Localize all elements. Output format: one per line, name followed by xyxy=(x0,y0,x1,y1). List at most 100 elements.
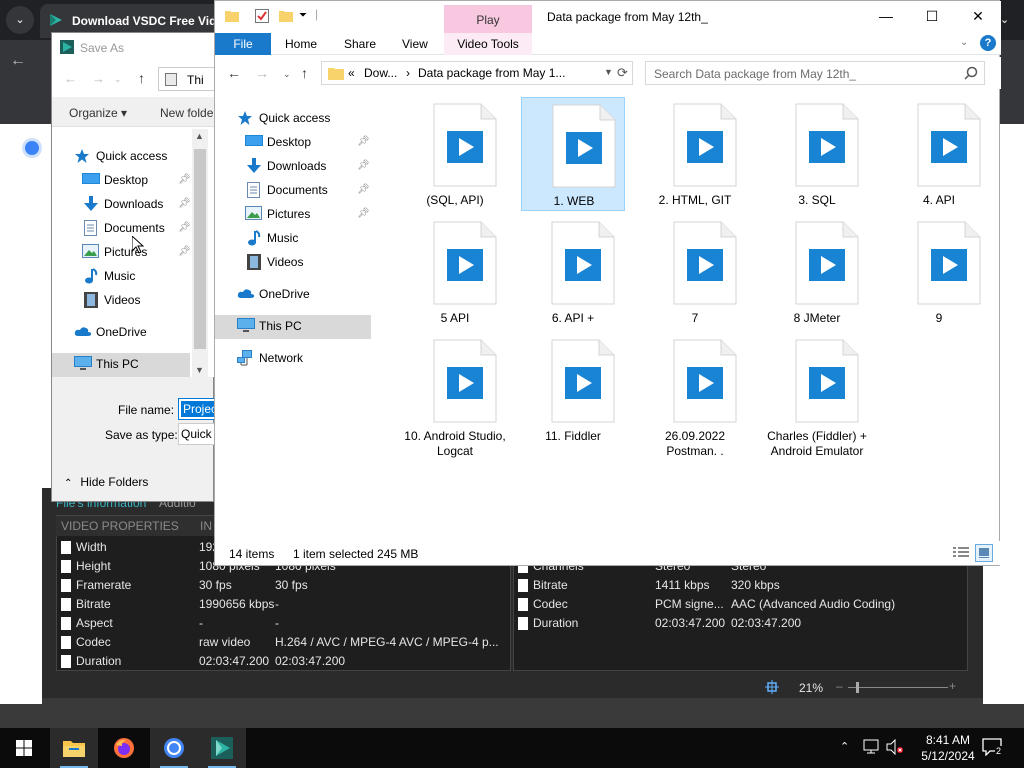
pictures-icon xyxy=(245,206,262,220)
save-as-address-bar[interactable]: Thi xyxy=(158,67,218,91)
new-folder-button[interactable]: New folde xyxy=(160,106,213,120)
refresh-icon[interactable]: ⟳ xyxy=(617,65,628,81)
tab-search-button[interactable]: ⌄ xyxy=(6,6,34,34)
search-icon[interactable] xyxy=(964,66,978,80)
taskbar-file-explorer[interactable] xyxy=(50,728,98,768)
browser-menu-chevron-icon[interactable]: ⌄ xyxy=(1000,6,1020,34)
file-item[interactable]: 26.09.2022 Postman. . xyxy=(643,333,747,458)
breadcrumb-overflow[interactable]: « xyxy=(348,66,355,80)
minimize-button[interactable]: — xyxy=(863,1,909,31)
audio-property-row: Codec PCM signe... AAC (Advanced Audio Cod… xyxy=(518,595,958,614)
help-icon[interactable]: ? xyxy=(980,35,996,51)
zoom-slider[interactable]: – + xyxy=(836,679,960,695)
audio-property-row: Channels Stereo Stereo xyxy=(518,565,958,573)
property-output-value: Stereo xyxy=(731,565,767,573)
scroll-down-icon[interactable]: ▼ xyxy=(195,365,204,375)
file-item[interactable]: 6. API + xyxy=(521,215,625,329)
tree-label: OneDrive xyxy=(96,325,147,339)
action-center-button[interactable]: 2 xyxy=(982,738,1004,758)
close-button[interactable]: ✕ xyxy=(955,1,1001,31)
network-status-icon[interactable] xyxy=(862,739,880,755)
details-view-icon[interactable] xyxy=(953,546,969,560)
breadcrumb-downloads[interactable]: Dow... xyxy=(364,66,397,80)
back-arrow-icon[interactable]: ← xyxy=(64,71,77,86)
recent-chevron-icon[interactable]: ⌄ xyxy=(114,74,122,85)
address-dropdown-chevron-icon[interactable]: ▼ xyxy=(604,67,613,77)
show-hidden-icons-chevron-icon[interactable]: ⌃ xyxy=(840,740,849,753)
file-item[interactable]: 5 API xyxy=(403,215,507,329)
volume-muted-icon[interactable] xyxy=(886,739,904,755)
property-output-value: - xyxy=(275,616,279,630)
address-bar[interactable]: « Dow... › Data package from May 1... ▼ xyxy=(321,61,633,85)
tree-scrollbar[interactable]: ▲ ▼ xyxy=(192,129,208,379)
file-item[interactable]: 9 xyxy=(887,215,991,329)
property-name: Bitrate xyxy=(76,597,111,611)
scroll-up-icon[interactable]: ▲ xyxy=(195,131,204,141)
system-clock[interactable]: 8:41 AM 5/12/2024 xyxy=(918,732,978,764)
tab-home[interactable]: Home xyxy=(285,33,317,55)
new-folder-icon[interactable] xyxy=(279,9,293,23)
document-icon xyxy=(61,579,71,592)
search-input[interactable]: Search Data package from May 12th_ xyxy=(645,61,985,85)
play-contextual-tab[interactable]: Play xyxy=(444,5,532,33)
organize-button[interactable]: Organize ▾ xyxy=(69,106,127,120)
zoom-slider-thumb[interactable] xyxy=(856,682,859,693)
file-item[interactable]: 4. API xyxy=(887,97,991,211)
recent-locations-chevron-icon[interactable]: ⌄ xyxy=(283,69,291,80)
breadcrumb-current-folder[interactable]: Data package from May 1... xyxy=(418,66,565,80)
nav-label: Documents xyxy=(267,183,328,197)
property-output-value: 02:03:47.200 xyxy=(275,654,346,668)
forward-arrow-icon[interactable]: → xyxy=(255,65,269,81)
properties-check-icon[interactable] xyxy=(255,9,269,23)
breadcrumb-separator[interactable]: › xyxy=(406,66,410,80)
start-button[interactable] xyxy=(0,728,48,768)
property-output-value: H.264 / AVC / MPEG-4 AVC / MPEG-4 p... xyxy=(275,635,499,649)
save-type-select[interactable]: Quick xyxy=(178,423,218,445)
property-name: Framerate xyxy=(76,578,132,592)
taskbar-chrome[interactable] xyxy=(150,728,198,768)
video-file-icon xyxy=(917,103,981,187)
video-file-icon xyxy=(433,103,497,187)
file-explorer-icon xyxy=(63,741,85,757)
expand-ribbon-chevron-icon[interactable]: ⌄ xyxy=(960,37,968,48)
back-arrow-icon[interactable]: ← xyxy=(227,65,241,81)
search-placeholder: Search Data package from May 12th_ xyxy=(654,67,857,81)
forward-arrow-icon[interactable]: → xyxy=(92,71,105,86)
hide-folders-button[interactable]: ⌃ Hide Folders xyxy=(64,475,148,489)
document-icon xyxy=(247,182,260,198)
large-icons-view-icon[interactable] xyxy=(975,544,993,562)
scrollbar-thumb[interactable] xyxy=(194,149,206,349)
tab-share[interactable]: Share xyxy=(344,33,376,55)
file-name-input[interactable]: Projec xyxy=(178,398,220,420)
hide-folders-label: Hide Folders xyxy=(80,475,149,489)
file-item[interactable]: 2. HTML, GIT xyxy=(643,97,747,211)
customize-qat-chevron-icon[interactable]: ⏷ xyxy=(299,10,307,21)
file-item[interactable]: Charles (Fiddler) + Android Emulator xyxy=(765,333,869,458)
file-item[interactable]: 11. Fiddler xyxy=(521,333,625,447)
file-name: 4. API xyxy=(922,193,956,207)
tab-file[interactable]: File xyxy=(215,33,271,55)
tab-view[interactable]: View xyxy=(402,33,428,55)
status-bar: 14 items 1 item selected 245 MB xyxy=(215,541,1001,565)
file-item[interactable]: 3. SQL xyxy=(765,97,869,211)
up-arrow-icon[interactable]: ↑ xyxy=(301,65,308,81)
pin-icon: 📌︎ xyxy=(178,222,191,233)
up-arrow-icon[interactable]: ↑ xyxy=(138,70,145,86)
save-type-label: Save as type: xyxy=(105,428,178,442)
qat-separator: | xyxy=(315,7,319,21)
file-item[interactable]: 10. Android Studio, Logcat xyxy=(403,333,507,458)
maximize-button[interactable]: ☐ xyxy=(909,1,955,31)
property-name: Aspect xyxy=(76,616,113,630)
tree-label: This PC xyxy=(96,357,139,371)
file-item[interactable]: (SQL, API) xyxy=(403,97,507,211)
fit-zoom-icon[interactable] xyxy=(765,680,779,694)
video-file-icon xyxy=(551,221,615,305)
file-item[interactable]: 7 xyxy=(643,215,747,329)
save-as-toolbar: Organize ▾ New folde xyxy=(52,97,215,127)
taskbar-vsdc[interactable] xyxy=(198,728,246,768)
file-item[interactable]: 1. WEB xyxy=(521,97,625,211)
browser-back-icon[interactable]: ← xyxy=(10,52,26,70)
file-item[interactable]: 8 JMeter xyxy=(765,215,869,329)
taskbar-firefox[interactable] xyxy=(100,728,148,768)
tab-video-tools[interactable]: Video Tools xyxy=(444,33,532,55)
